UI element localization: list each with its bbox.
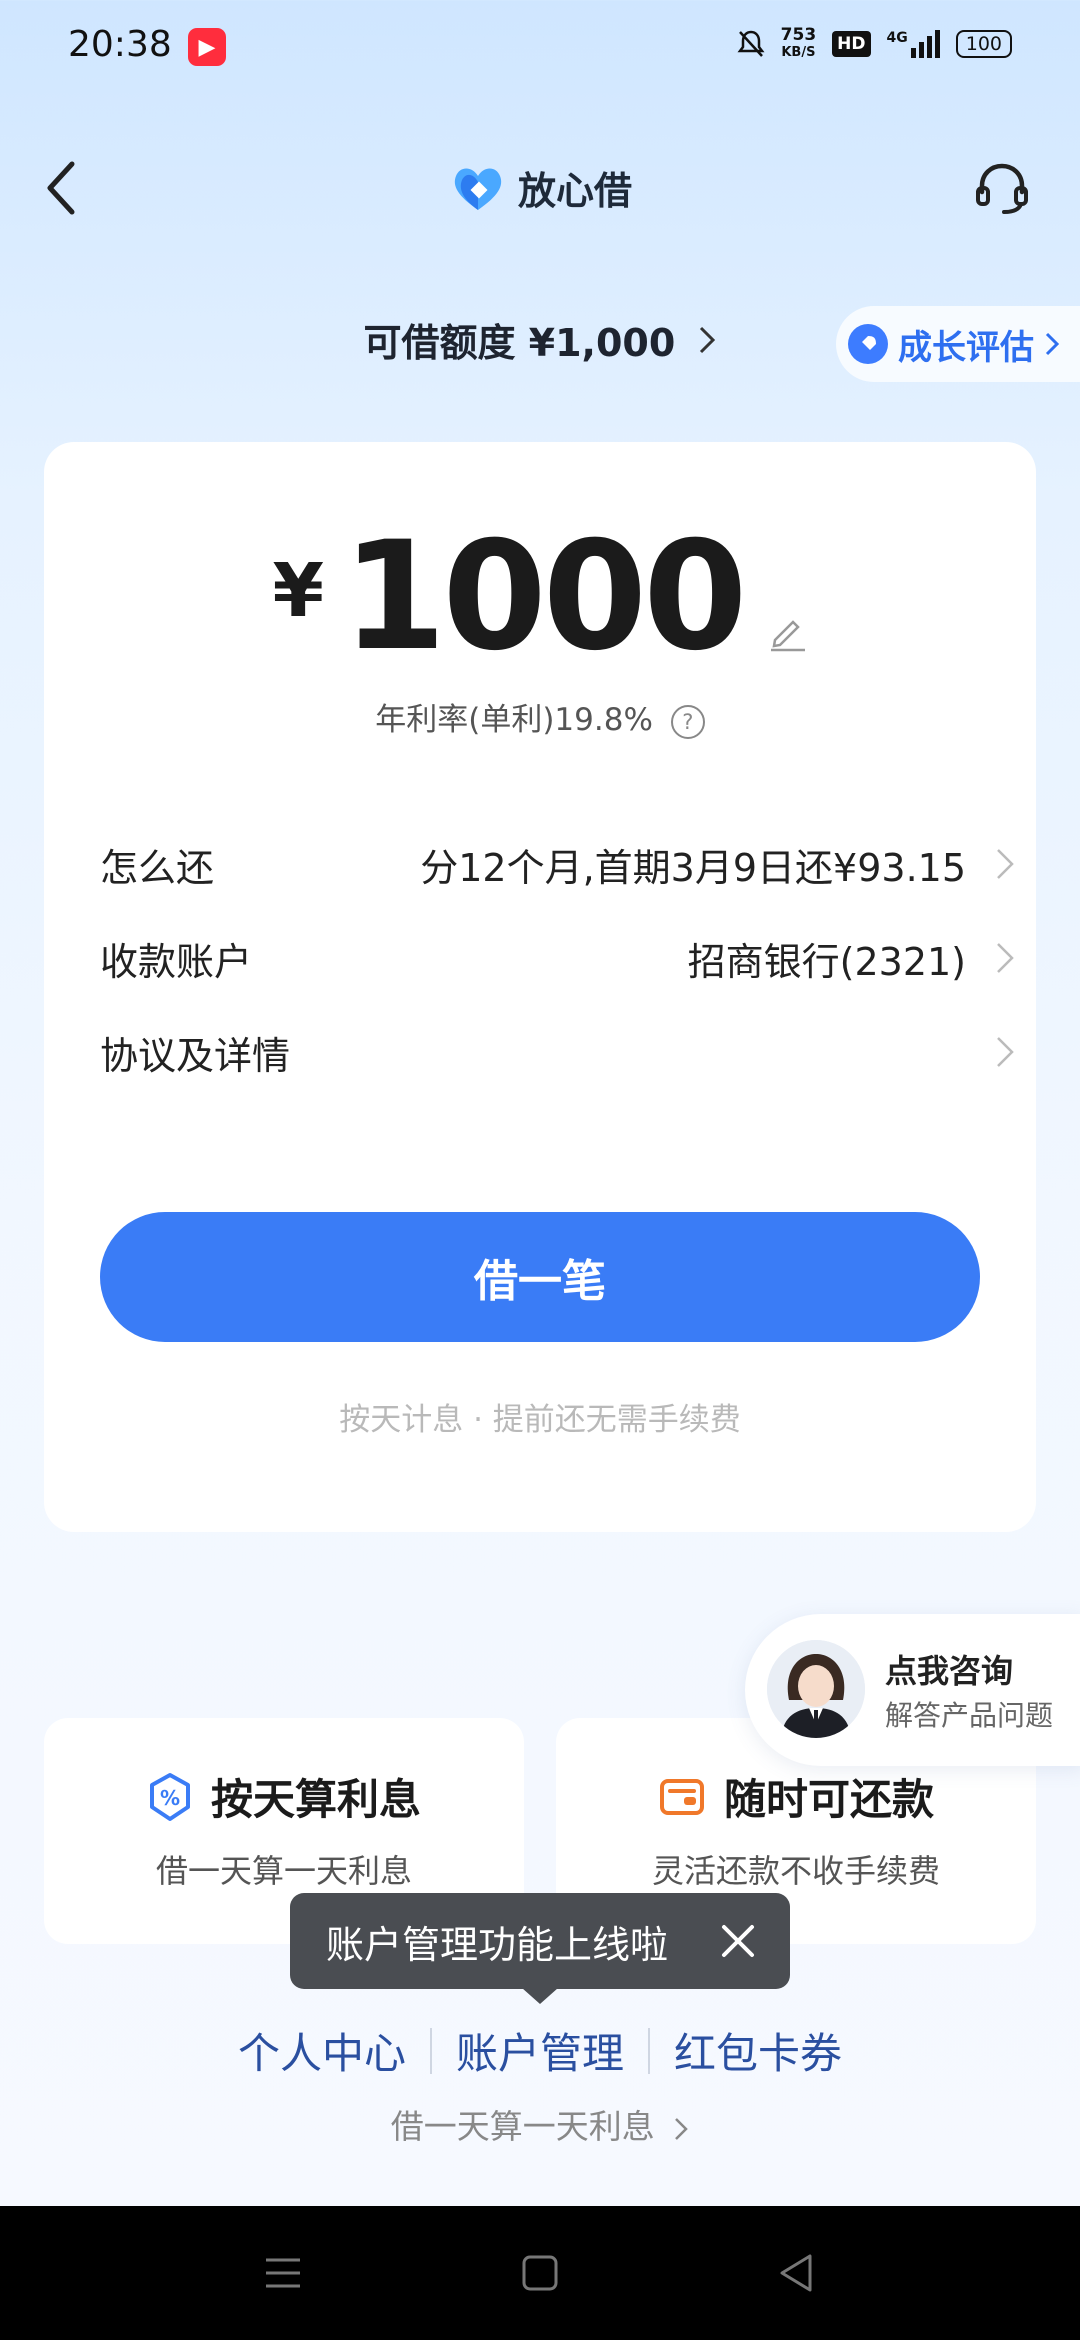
feature-tooltip: 账户管理功能上线啦 bbox=[290, 1893, 790, 1989]
net-speed-value: 753 bbox=[780, 25, 817, 45]
wallet-icon bbox=[659, 1778, 704, 1815]
annual-rate-label: 年利率(单利)19.8% bbox=[375, 702, 653, 738]
row-value: 分12个月,首期3月9日还¥93.15 bbox=[420, 845, 966, 890]
bottom-note[interactable]: 借一天算一天利息 bbox=[0, 2100, 1080, 2148]
credit-limit-label: 可借额度 ¥1,000 bbox=[363, 321, 676, 365]
close-icon[interactable] bbox=[714, 1917, 762, 1965]
app-notification-icon: ▶ bbox=[188, 28, 226, 66]
row-label: 收款账户 bbox=[100, 939, 253, 984]
back-triangle-icon[interactable] bbox=[772, 2248, 822, 2298]
system-nav-bar bbox=[0, 2206, 1080, 2340]
loan-card: ¥ 1000 年利率(单利)19.8% ? 怎么还 分12个月,首期3月9日还¥… bbox=[44, 442, 1036, 1532]
consult-title: 点我咨询 bbox=[885, 1652, 1014, 1690]
hd-badge: HD bbox=[832, 31, 871, 57]
chevron-right-icon bbox=[997, 1037, 1014, 1067]
receiving-account-row[interactable]: 收款账户 招商银行(2321) bbox=[100, 918, 1016, 998]
avatar bbox=[767, 1640, 865, 1738]
row-label: 怎么还 bbox=[100, 845, 215, 890]
feature-title-text: 随时可还款 bbox=[723, 1775, 934, 1824]
chevron-right-icon bbox=[1045, 332, 1060, 356]
link-coupons[interactable]: 红包卡券 bbox=[674, 2020, 842, 2081]
net-speed: 753 KB/S bbox=[781, 26, 817, 62]
divider bbox=[648, 2027, 650, 2074]
currency-symbol: ¥ bbox=[272, 548, 325, 634]
menu-icon[interactable] bbox=[258, 2248, 308, 2298]
amount-value: 1000 bbox=[342, 510, 747, 684]
percent-shield-icon: % bbox=[149, 1772, 190, 1821]
feature-title: 随时可还款 bbox=[556, 1766, 1036, 1827]
brand-name: 放心借 bbox=[518, 169, 633, 213]
link-account-management[interactable]: 账户管理 bbox=[456, 2020, 624, 2081]
annual-rate: 年利率(单利)19.8% ? bbox=[44, 694, 1036, 739]
feature-subtitle: 借一天算一天利息 bbox=[155, 1852, 412, 1890]
quick-links: 个人中心 账户管理 红包卡券 bbox=[0, 2020, 1080, 2081]
tooltip-text: 账户管理功能上线啦 bbox=[326, 1922, 669, 1967]
fee-note: 按天计息 · 提前还无需手续费 bbox=[339, 1402, 741, 1438]
mute-bell-icon bbox=[737, 30, 765, 57]
headset-icon[interactable] bbox=[972, 158, 1032, 218]
signal-icon: 4G bbox=[887, 30, 940, 58]
divider bbox=[429, 2027, 432, 2074]
agreement-details-row[interactable]: 协议及详情 bbox=[100, 1012, 1016, 1092]
feature-title: % 按天算利息 bbox=[44, 1766, 524, 1827]
feature-subtitle: 灵活还款不收手续费 bbox=[651, 1852, 940, 1890]
heart-logo-icon bbox=[454, 168, 502, 210]
status-time: 20:38 bbox=[68, 24, 172, 65]
battery-icon: 100 bbox=[955, 30, 1012, 58]
consult-bubble[interactable]: 点我咨询 解答产品问题 bbox=[745, 1614, 1080, 1766]
row-label: 协议及详情 bbox=[100, 1033, 291, 1078]
chevron-right-icon bbox=[997, 943, 1014, 973]
brand-logo: 放心借 bbox=[450, 160, 632, 215]
net-speed-unit: KB/S bbox=[781, 45, 816, 60]
bottom-note-text: 借一天算一天利息 bbox=[390, 2107, 655, 2146]
loan-amount[interactable]: ¥ 1000 bbox=[44, 522, 1036, 672]
back-arrow-icon[interactable] bbox=[42, 158, 82, 218]
svg-text:%: % bbox=[160, 1786, 180, 1810]
chevron-right-icon bbox=[699, 326, 715, 353]
chevron-right-icon bbox=[997, 849, 1014, 879]
chevron-right-icon bbox=[675, 2117, 689, 2140]
tooltip-pointer bbox=[522, 1988, 558, 2004]
rocket-icon bbox=[848, 324, 888, 364]
signal-label: 4G bbox=[886, 30, 908, 46]
growth-assessment-label: 成长评估 bbox=[898, 327, 1034, 368]
edit-pencil-icon[interactable] bbox=[767, 612, 807, 652]
link-personal-center[interactable]: 个人中心 bbox=[238, 2020, 406, 2081]
help-question-icon[interactable]: ? bbox=[670, 704, 705, 739]
row-value: 招商银行(2321) bbox=[687, 939, 966, 984]
borrow-button[interactable]: 借一笔 bbox=[100, 1212, 980, 1342]
status-icons: 753 KB/S HD 4G 100 bbox=[737, 26, 1012, 62]
home-icon[interactable] bbox=[515, 2248, 565, 2298]
feature-title-text: 按天算利息 bbox=[210, 1775, 421, 1824]
repayment-plan-row[interactable]: 怎么还 分12个月,首期3月9日还¥93.15 bbox=[100, 824, 1016, 904]
growth-assessment-button[interactable]: 成长评估 bbox=[836, 306, 1080, 382]
consult-subtitle: 解答产品问题 bbox=[885, 1699, 1054, 1732]
